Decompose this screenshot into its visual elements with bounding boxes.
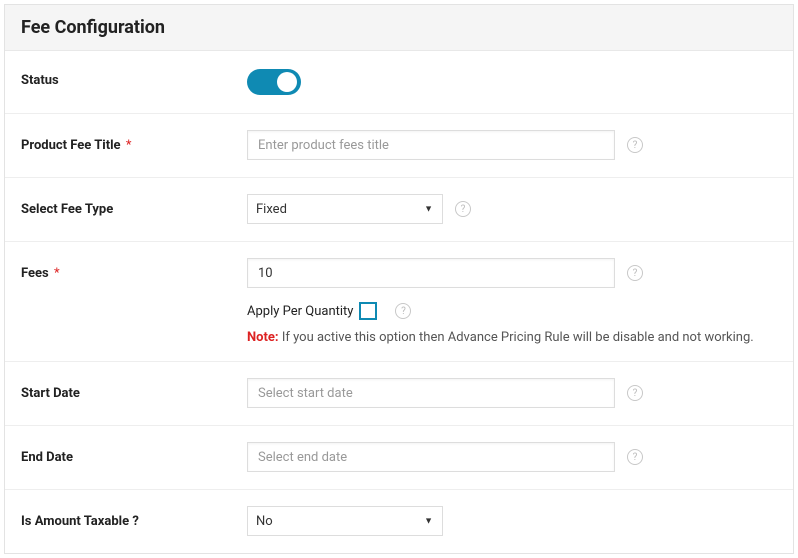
toggle-knob [277, 72, 297, 92]
field-fee-type: Fixed ? [229, 178, 793, 240]
taxable-select[interactable]: No [247, 506, 443, 536]
start-date-input[interactable] [247, 378, 615, 408]
fee-type-select[interactable]: Fixed [247, 194, 443, 224]
label-status: Status [5, 51, 229, 110]
field-status [229, 51, 793, 113]
row-fee-type: Select Fee Type Fixed ? [5, 178, 793, 242]
field-taxable: No [229, 490, 793, 552]
required-asterisk: * [126, 138, 132, 153]
required-asterisk: * [54, 266, 60, 281]
row-taxable: Is Amount Taxable ? No [5, 490, 793, 553]
apply-per-quantity-row: Apply Per Quantity ? [247, 302, 777, 320]
label-taxable: Is Amount Taxable ? [5, 490, 229, 553]
end-date-input[interactable] [247, 442, 615, 472]
field-product-fee-title: ? [229, 114, 793, 176]
apply-per-quantity-label: Apply Per Quantity [247, 304, 353, 319]
help-icon[interactable]: ? [627, 137, 643, 153]
help-icon[interactable]: ? [627, 449, 643, 465]
row-start-date: Start Date ? [5, 362, 793, 426]
label-fee-type: Select Fee Type [5, 178, 229, 241]
fees-note: Note: If you active this option then Adv… [247, 330, 777, 345]
panel-header: Fee Configuration [5, 4, 793, 51]
help-icon[interactable]: ? [627, 385, 643, 401]
label-product-fee-title: Product Fee Title * [5, 114, 229, 177]
note-label: Note: [247, 330, 279, 345]
label-end-date: End Date [5, 426, 229, 489]
page-title: Fee Configuration [21, 17, 777, 38]
label-text: Fees [21, 266, 49, 281]
product-fee-title-input[interactable] [247, 130, 615, 160]
help-icon[interactable]: ? [627, 265, 643, 281]
label-text: Product Fee Title [21, 138, 121, 153]
label-start-date: Start Date [5, 362, 229, 425]
row-product-fee-title: Product Fee Title * ? [5, 114, 793, 178]
fees-input[interactable] [247, 258, 615, 288]
field-fees: ? Apply Per Quantity ? Note: If you acti… [229, 242, 793, 361]
field-end-date: ? [229, 426, 793, 488]
apply-per-quantity-checkbox[interactable] [359, 302, 377, 320]
label-fees: Fees * [5, 242, 229, 305]
row-status: Status [5, 51, 793, 114]
row-end-date: End Date ? [5, 426, 793, 490]
help-icon[interactable]: ? [455, 201, 471, 217]
row-fees: Fees * ? Apply Per Quantity ? Note: If y… [5, 242, 793, 362]
fee-configuration-panel: Fee Configuration Status Product Fee Tit… [4, 4, 794, 554]
field-start-date: ? [229, 362, 793, 424]
note-text: If you active this option then Advance P… [279, 330, 754, 345]
help-icon[interactable]: ? [395, 303, 411, 319]
status-toggle[interactable] [247, 69, 301, 95]
